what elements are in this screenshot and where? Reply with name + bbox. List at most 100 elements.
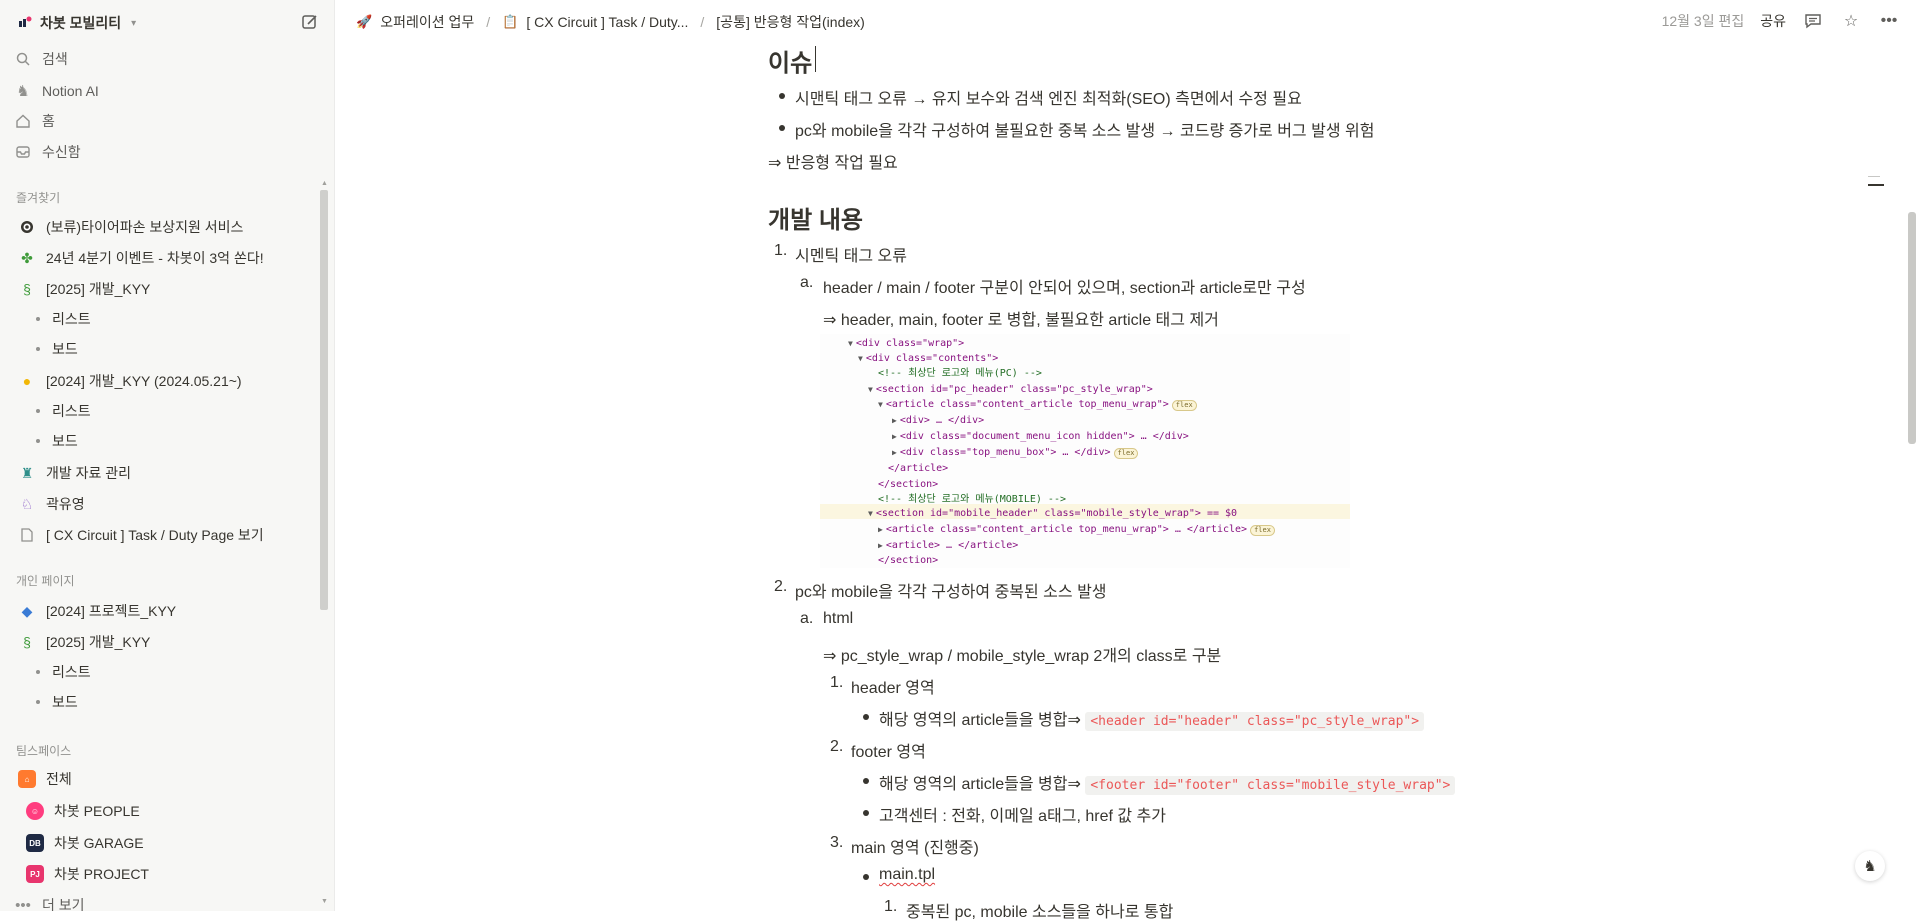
- comment-icon[interactable]: [1802, 10, 1824, 32]
- favorite-label: [2024] 개발_KYY (2024.05.21~): [46, 373, 242, 389]
- scroll-down-icon[interactable]: ▼: [321, 898, 328, 905]
- list-item-result[interactable]: ⇒ header, main, footer 로 병합, 불필요한 articl…: [823, 306, 1219, 330]
- list-number: 2.: [774, 578, 788, 595]
- more-button[interactable]: ••• 더 보기: [14, 892, 314, 912]
- bullet-icon: [36, 347, 40, 351]
- dt-line: ▶ <article> … </article>: [878, 540, 1019, 551]
- sidebar: 차봇 모빌리티 ▾ 검색 ♞ Notion AI 홈 수신함 즐겨찾기 (보류)…: [0, 0, 335, 911]
- main-scrollbar[interactable]: [1908, 212, 1916, 444]
- dt-line: </section>: [878, 477, 938, 492]
- list-item[interactable]: 중복된 pc, mobile 소스들을 하나로 통합: [906, 898, 1173, 922]
- nav-label: 홈: [42, 113, 55, 129]
- breadcrumb-item[interactable]: [ CX Circuit ] Task / Duty...: [526, 14, 688, 30]
- list-item[interactable]: footer 영역: [851, 738, 926, 762]
- more-label: 더 보기: [42, 897, 85, 911]
- teamspace-name: 차봇 PROJECT: [54, 866, 149, 882]
- star-icon[interactable]: ☆: [1840, 10, 1862, 32]
- list-item[interactable]: header 영역: [851, 674, 935, 698]
- target-icon: [18, 218, 36, 236]
- list-item[interactable]: 해당 영역의 article들을 병합⇒ <header id="header"…: [879, 706, 1425, 731]
- issue-conclusion[interactable]: ⇒ 반응형 작업 필요: [768, 149, 898, 173]
- favorite-subpage[interactable]: 보드: [36, 337, 78, 361]
- favorite-page[interactable]: (보류)타이어파손 보상지원 서비스: [18, 214, 308, 240]
- teamspace-name: 차봇 GARAGE: [54, 835, 144, 851]
- heading-issue[interactable]: 이슈: [768, 43, 812, 78]
- workspace-switcher[interactable]: 차봇 모빌리티 ▾: [18, 10, 136, 36]
- subpage-label: 보드: [52, 341, 78, 357]
- flex-badge: flex: [1113, 448, 1139, 459]
- dt-line: </section>: [878, 553, 938, 568]
- favorite-subpage[interactable]: 리스트: [36, 307, 91, 331]
- inbox-icon: [14, 143, 32, 161]
- scroll-up-icon[interactable]: ▲: [321, 180, 328, 187]
- breadcrumb-separator: /: [486, 14, 491, 30]
- bullet-icon: [863, 810, 869, 816]
- heading-dev[interactable]: 개발 내용: [768, 200, 863, 235]
- teamspace-item[interactable]: ⌂ 전체: [18, 766, 308, 792]
- nav-inbox[interactable]: 수신함: [14, 139, 314, 165]
- clipboard-icon: 📋: [502, 14, 519, 29]
- favorite-page[interactable]: ♜ 개발 자료 관리: [18, 460, 308, 486]
- bullet-icon: [779, 125, 785, 131]
- issue-bullet[interactable]: pc와 mobile을 각각 구성하여 불필요한 중복 소스 발생 → 코드량 …: [795, 117, 1374, 141]
- favorite-subpage[interactable]: 보드: [36, 429, 78, 453]
- teamspace-name: 차봇 PEOPLE: [54, 803, 140, 819]
- topbar: 🚀 오퍼레이션 업무 / 📋 [ CX Circuit ] Task / Dut…: [334, 0, 1920, 44]
- teamspace-label: 팀스페이스: [16, 744, 72, 758]
- dt-text: <section id="mobile_header" class="mobil…: [875, 508, 1238, 519]
- favorite-page[interactable]: [ CX Circuit ] Task / Duty Page 보기: [18, 522, 308, 548]
- nav-label: 검색: [42, 51, 68, 67]
- text-cursor: [815, 46, 816, 72]
- personal-subpage[interactable]: 보드: [36, 690, 78, 714]
- subpage-label: 리스트: [52, 311, 91, 327]
- personal-subpage[interactable]: 리스트: [36, 660, 91, 684]
- teamspace-item[interactable]: ☺ 차봇 PEOPLE: [26, 798, 316, 824]
- list-item-result[interactable]: ⇒ pc_style_wrap / mobile_style_wrap 2개의 …: [823, 642, 1221, 666]
- list-item[interactable]: main 영역 (진행중): [851, 834, 979, 858]
- sidebar-scrollbar[interactable]: [320, 190, 328, 610]
- teamspace-item[interactable]: PJ 차봇 PROJECT: [26, 861, 316, 887]
- list-item[interactable]: 시멘틱 태그 오류: [795, 242, 907, 266]
- issue-bullet[interactable]: 시맨틱 태그 오류 → 유지 보수와 검색 엔진 최적화(SEO) 측면에서 수…: [795, 85, 1302, 109]
- bullet-icon: [863, 778, 869, 784]
- bullet-icon: [36, 439, 40, 443]
- more-options-icon[interactable]: •••: [1878, 10, 1900, 32]
- personal-page[interactable]: ◆ [2024] 프로젝트_KYY: [18, 598, 308, 624]
- share-button[interactable]: 공유: [1760, 11, 1786, 31]
- personal-page[interactable]: § [2025] 개발_KYY: [18, 629, 308, 655]
- teamspace-item[interactable]: DB 차봇 GARAGE: [26, 830, 316, 856]
- nav-home[interactable]: 홈: [14, 108, 314, 134]
- favorite-page[interactable]: ● [2024] 개발_KYY (2024.05.21~): [18, 368, 308, 394]
- notion-ai-help-icon[interactable]: ♞: [1855, 851, 1885, 881]
- nav-label: Notion AI: [42, 83, 99, 99]
- dt-line: ▶ <div> … </div>: [892, 415, 985, 426]
- list-item[interactable]: main.tpl: [879, 866, 935, 884]
- breadcrumb-item[interactable]: [공통] 반응형 작업(index): [716, 12, 865, 32]
- statue-icon: ♜: [20, 464, 34, 481]
- dt-text: <!-- 최상단 로고와 메뉴(PC) -->: [878, 368, 1042, 379]
- dt-line: </article>: [888, 461, 948, 476]
- dt-text: </section>: [878, 479, 939, 490]
- list-item[interactable]: header / main / footer 구분이 안되어 있으며, sect…: [823, 274, 1306, 298]
- favorite-subpage[interactable]: 리스트: [36, 399, 91, 423]
- project-badge-icon: PJ: [26, 865, 44, 883]
- favorite-label: 곽유영: [46, 496, 85, 512]
- toc-indicator-active[interactable]: [1868, 184, 1884, 186]
- list-item[interactable]: html: [823, 610, 853, 628]
- favorite-page[interactable]: ✤ 24년 4분기 이벤트 - 차봇이 3억 쏜다!: [18, 245, 308, 271]
- favorite-page[interactable]: ♘ 곽유영: [18, 491, 308, 517]
- favorite-page[interactable]: § [2025] 개발_KYY: [18, 276, 308, 302]
- list-item[interactable]: pc와 mobile을 각각 구성하여 중복된 소스 발생: [795, 578, 1107, 602]
- inline-code: <footer id="footer" class="mobile_style_…: [1085, 776, 1456, 795]
- breadcrumb-item[interactable]: 오퍼레이션 업무: [380, 12, 474, 32]
- nav-search[interactable]: 검색: [14, 46, 314, 72]
- list-item[interactable]: 고객센터 : 전화, 이메일 a태그, href 값 추가: [879, 802, 1166, 826]
- subpage-label: 보드: [52, 433, 78, 449]
- list-item[interactable]: 해당 영역의 article들을 병합⇒ <footer id="footer"…: [879, 770, 1456, 795]
- toc-indicator[interactable]: [1868, 176, 1880, 177]
- favorite-label: (보류)타이어파손 보상지원 서비스: [46, 219, 244, 235]
- bullet-icon: [36, 670, 40, 674]
- last-edited: 12월 3일 편집: [1661, 13, 1745, 29]
- new-page-icon[interactable]: [300, 12, 320, 32]
- nav-notion-ai[interactable]: ♞ Notion AI: [14, 78, 314, 104]
